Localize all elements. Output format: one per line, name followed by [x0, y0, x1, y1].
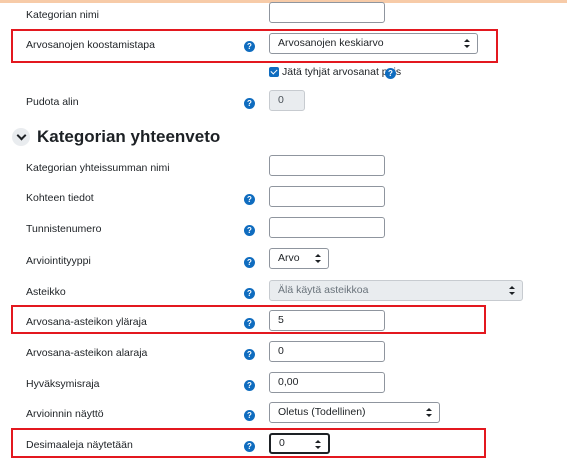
help-icon[interactable] [244, 380, 255, 391]
exclude-empty-checkbox[interactable] [269, 67, 279, 77]
grade-type-select[interactable]: Arvo [269, 248, 329, 269]
help-icon[interactable] [244, 98, 255, 109]
display-type-select-value: Oletus (Todellinen) [278, 406, 366, 418]
total-name-label: Kategorian yhteissumman nimi [26, 162, 170, 174]
total-name-input[interactable] [269, 155, 385, 176]
decimals-label: Desimaaleja näytetään [26, 439, 133, 451]
select-arrows-icon [315, 440, 321, 449]
display-type-label: Arvioinnin näyttö [26, 408, 104, 420]
help-icon[interactable] [385, 68, 396, 79]
section-collapse-toggle[interactable] [12, 128, 30, 146]
grade-min-input[interactable]: 0 [269, 341, 385, 362]
scale-label: Asteikko [26, 286, 66, 298]
grade-pass-input[interactable]: 0,00 [269, 372, 385, 393]
help-icon[interactable] [244, 225, 255, 236]
idnumber-input[interactable] [269, 217, 385, 238]
help-icon[interactable] [244, 410, 255, 421]
decimals-select-value: 0 [279, 437, 285, 449]
grade-type-select-value: Arvo [278, 252, 300, 264]
drop-lowest-input[interactable]: 0 [269, 90, 305, 111]
help-icon[interactable] [244, 41, 255, 52]
grade-pass-label: Hyväksymisraja [26, 378, 100, 390]
help-icon[interactable] [244, 349, 255, 360]
grade-max-input[interactable]: 5 [269, 310, 385, 331]
help-icon[interactable] [244, 318, 255, 329]
decimals-select[interactable]: 0 [269, 433, 330, 454]
select-arrows-icon [509, 286, 515, 295]
select-arrows-icon [464, 39, 470, 48]
help-icon[interactable] [244, 441, 255, 452]
item-info-label: Kohteen tiedot [26, 192, 94, 204]
help-icon[interactable] [244, 288, 255, 299]
category-name-input[interactable] [269, 2, 385, 23]
help-icon[interactable] [244, 194, 255, 205]
grade-min-label: Arvosana-asteikon alaraja [26, 347, 148, 359]
select-arrows-icon [315, 254, 321, 263]
aggregation-select-value: Arvosanojen keskiarvo [278, 37, 384, 49]
item-info-input[interactable] [269, 186, 385, 207]
idnumber-label: Tunnistenumero [26, 223, 102, 235]
aggregation-label: Arvosanojen koostamistapa [26, 39, 155, 51]
category-name-label: Kategorian nimi [26, 9, 99, 21]
display-type-select[interactable]: Oletus (Todellinen) [269, 402, 440, 423]
scale-select-value: Älä käytä asteikkoa [278, 284, 369, 296]
drop-lowest-label: Pudota alin [26, 96, 79, 108]
scale-select[interactable]: Älä käytä asteikkoa [269, 280, 523, 301]
exclude-empty-label: Jätä tyhjät arvosanat pois [282, 66, 402, 78]
grade-max-label: Arvosana-asteikon yläraja [26, 316, 147, 328]
help-icon[interactable] [244, 257, 255, 268]
grade-type-label: Arviointityyppi [26, 255, 91, 267]
aggregation-select[interactable]: Arvosanojen keskiarvo [269, 33, 478, 54]
select-arrows-icon [426, 408, 432, 417]
section-title: Kategorian yhteenveto [37, 127, 221, 146]
